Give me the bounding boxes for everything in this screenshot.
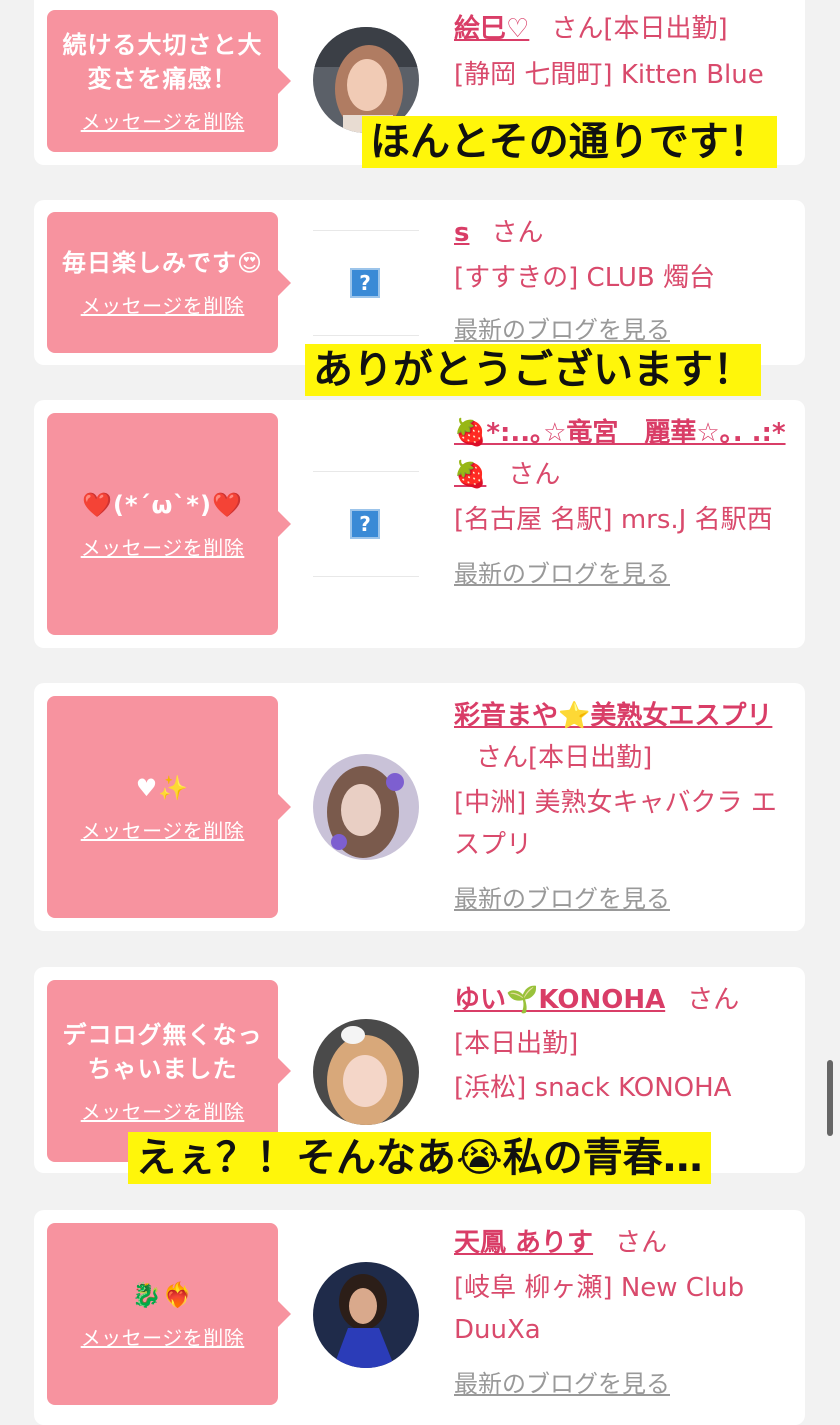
shop-name: [浜松] snack KONOHA: [454, 1073, 732, 1103]
user-name-link[interactable]: ゆい🌱KONOHA: [454, 985, 665, 1015]
message-text: ♥✨: [135, 773, 190, 802]
honorific: さん[本日出勤]: [476, 743, 653, 773]
avatar[interactable]: [313, 754, 419, 860]
video-caption: えぇ？！そんなあ😭私の青春…: [128, 1132, 711, 1184]
message-card: 毎日楽しみです😍 メッセージを削除 ? s さん [すすきの] CLUB 燭台 最…: [34, 200, 805, 365]
user-info: s さん [すすきの] CLUB 燭台 最新のブログを見る: [454, 212, 794, 351]
user-info: ゆい🌱KONOHA さん [本日出勤] [浜松] snack KONOHA: [454, 979, 794, 1109]
message-bubble: ❤️(*´ω`*)❤️ メッセージを削除: [47, 413, 291, 635]
user-name-link[interactable]: 彩音まや⭐美熟女エスプリ: [454, 701, 772, 731]
honorific: さん: [615, 1228, 668, 1258]
message-card: ❤️(*´ω`*)❤️ メッセージを削除 ? 🍓*:..｡☆竜宮 麗華☆｡. .…: [34, 400, 805, 648]
message-text: ❤️(*´ω`*)❤️: [82, 490, 243, 519]
delete-message-link[interactable]: メッセージを削除: [81, 106, 245, 135]
message-text: 続ける大切さと大変さを痛感！: [62, 30, 263, 93]
message-text: 🐉❤️‍🔥: [131, 1280, 194, 1309]
broken-image-icon: ?: [313, 471, 419, 577]
honorific: さん: [687, 985, 740, 1015]
message-bubble: ♥✨ メッセージを削除: [47, 696, 291, 918]
delete-message-link[interactable]: メッセージを削除: [81, 1096, 245, 1125]
message-bubble: 🐉❤️‍🔥 メッセージを削除: [47, 1223, 291, 1405]
video-caption: ほんとその通りです！: [362, 116, 777, 168]
shop-name: [中洲] 美熟女キャバクラ エスプリ: [454, 788, 777, 860]
latest-blog-link[interactable]: 最新のブログを見る: [454, 1363, 794, 1405]
broken-image-icon: ?: [313, 230, 419, 336]
scrollbar[interactable]: [827, 1060, 833, 1136]
status-text: [本日出勤]: [454, 1029, 579, 1059]
avatar[interactable]: [313, 1019, 419, 1125]
honorific: さん: [508, 460, 561, 490]
delete-message-link[interactable]: メッセージを削除: [81, 290, 245, 319]
message-card: 🐉❤️‍🔥 メッセージを削除 天鳳 ありす さん [岐阜 柳ヶ瀬] New Clu…: [34, 1210, 805, 1425]
user-info: 彩音まや⭐美熟女エスプリさん[本日出勤] [中洲] 美熟女キャバクラ エスプリ …: [454, 695, 794, 920]
shop-name: [名古屋 名駅] mrs.J 名駅西: [454, 505, 773, 535]
latest-blog-link[interactable]: 最新のブログを見る: [454, 878, 794, 920]
latest-blog-link[interactable]: 最新のブログを見る: [454, 553, 794, 595]
user-info: 天鳳 ありす さん [岐阜 柳ヶ瀬] New Club DuuXa 最新のブログを…: [454, 1222, 794, 1405]
user-name-link[interactable]: s: [454, 218, 469, 248]
video-caption: ありがとうございます！: [305, 344, 761, 396]
honorific: さん: [491, 218, 544, 248]
message-card: ♥✨ メッセージを削除 彩音まや⭐美熟女エスプリさん[本日出勤] [中洲] 美熟…: [34, 683, 805, 931]
message-bubble: 毎日楽しみです😍 メッセージを削除: [47, 212, 291, 353]
delete-message-link[interactable]: メッセージを削除: [81, 1322, 245, 1351]
shop-name: [岐阜 柳ヶ瀬] New Club DuuXa: [454, 1273, 745, 1345]
honorific: さん[本日出勤]: [551, 14, 728, 44]
shop-name: [すすきの] CLUB 燭台: [454, 263, 716, 293]
user-info: 🍓*:..｡☆竜宮 麗華☆｡. .:*🍓 さん [名古屋 名駅] mrs.J 名駅…: [454, 412, 794, 595]
shop-name: [静岡 七間町] Kitten Blue: [454, 60, 764, 90]
user-name-link[interactable]: 絵巳♡: [454, 14, 529, 44]
user-info: 絵巳♡ さん[本日出勤] [静岡 七間町] Kitten Blue: [454, 8, 794, 96]
message-bubble: 続ける大切さと大変さを痛感！ メッセージを削除: [47, 10, 291, 152]
user-name-link[interactable]: 天鳳 ありす: [454, 1228, 593, 1258]
user-name-link[interactable]: 🍓*:..｡☆竜宮 麗華☆｡. .:*🍓: [454, 418, 786, 490]
delete-message-link[interactable]: メッセージを削除: [81, 815, 245, 844]
avatar[interactable]: [313, 1262, 419, 1368]
message-text: 毎日楽しみです😍: [61, 249, 264, 277]
message-text: デコログ無くなっちゃいました: [62, 1020, 263, 1083]
delete-message-link[interactable]: メッセージを削除: [81, 532, 245, 561]
